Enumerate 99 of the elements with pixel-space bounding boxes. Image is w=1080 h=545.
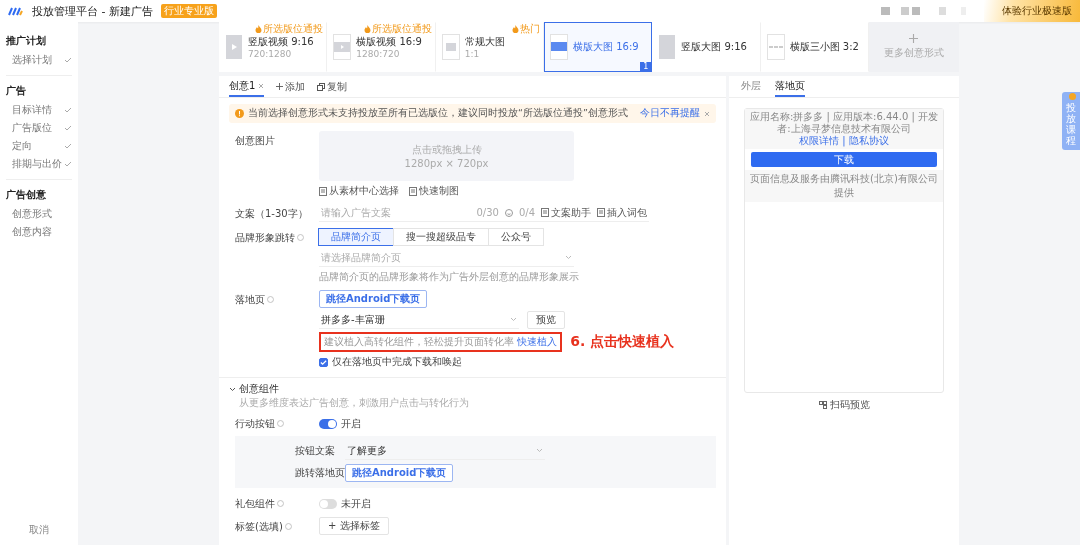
toggle-state: 开启 (341, 416, 361, 431)
flame-icon (255, 25, 263, 33)
toggle-switch[interactable] (319, 498, 337, 509)
info-icon (284, 523, 292, 530)
copy-tool-button[interactable]: 文案助手 (541, 205, 591, 220)
page-title: 投放管理平台 - 新建广告 (32, 3, 153, 19)
segment-option[interactable]: 品牌简介页 (318, 228, 394, 246)
info-icon (267, 296, 274, 303)
preview-tab[interactable]: 落地页 (775, 76, 805, 97)
notification-dot (1069, 93, 1076, 100)
sidebar-item[interactable]: 选择计划 (6, 51, 72, 69)
hot-tag: 所选版位通投 (371, 23, 432, 35)
field-label: 跳转落地页 (295, 466, 345, 480)
flame-icon (363, 25, 371, 33)
image-thumbnail-icon (441, 34, 460, 60)
field-label: 文案（1-30字） (235, 207, 308, 221)
count-badge: 1 (640, 62, 652, 71)
field-label: 标签(选填) (235, 520, 283, 534)
add-button[interactable]: 添加 (276, 76, 306, 97)
copy-icon (317, 82, 326, 91)
video-thumbnail-icon (225, 34, 243, 60)
landing-page-select[interactable]: 拼多多-丰富珊 (319, 311, 519, 329)
landing-page-button[interactable]: 跳径Android下载页 (345, 464, 454, 482)
document-icon (409, 186, 417, 196)
copy-button[interactable]: 复制 (317, 76, 348, 97)
segment-option[interactable]: 公众号 (488, 228, 544, 246)
close-icon[interactable] (704, 110, 710, 117)
button-text-select[interactable]: 了解更多 (345, 442, 545, 460)
image-source-link[interactable]: 从素材中心选择 (319, 184, 399, 198)
field-label: 创意图片 (235, 134, 275, 148)
upgrade-button[interactable]: 体验行业极速版 (984, 0, 1080, 22)
toggle-switch[interactable] (319, 418, 337, 429)
sidebar-heading: 广告创意 (6, 188, 47, 202)
flame-icon (512, 25, 519, 33)
sidebar-item[interactable]: 广告版位 (6, 119, 72, 137)
warning-icon (235, 109, 244, 118)
field-label: 落地页 (235, 293, 265, 307)
field-label: 品牌形象跳转 (235, 231, 295, 245)
app-info: 应用名称:拼多多 | 应用版本:6.44.0 | 开发者:上海寻梦信息技术有限公司 (749, 111, 939, 135)
chevron-icon (229, 386, 236, 392)
sidebar-item[interactable]: 目标详情 (6, 101, 72, 119)
copy-input-field[interactable]: 请输入广告文案 0/30 0/4 文案助手 插入词包 (319, 204, 649, 222)
app-info-links[interactable]: 权限详情 | 隐私协议 (799, 135, 889, 147)
creative-tab[interactable]: 创意1 (229, 76, 265, 97)
preview-tab[interactable]: 外层 (741, 76, 761, 97)
checkbox[interactable] (319, 357, 328, 367)
sidebar-item[interactable]: 定向 (6, 137, 72, 155)
plus-icon (276, 83, 284, 90)
hot-tag: 所选版位通投 (263, 23, 324, 35)
dismiss-link[interactable]: 今日不再提醒 (640, 107, 700, 120)
info-icon (277, 500, 284, 507)
video-thumbnail-icon (333, 34, 352, 60)
sidebar-item[interactable]: 排期与出价 (6, 155, 72, 173)
cancel-button[interactable]: 取消 (6, 523, 72, 537)
plus-icon (909, 34, 919, 43)
caret-icon (536, 448, 543, 453)
field-label: 按钮文案 (295, 444, 336, 458)
provider-note: 页面信息及服务由腾讯科技(北京)有限公司提供 (745, 170, 943, 202)
document-icon (541, 208, 549, 217)
quick-insert-link[interactable]: 快速植入 (517, 336, 558, 347)
landing-page-button[interactable]: 跳径Android下载页 (319, 290, 428, 308)
edition-badge: 行业专业版 (160, 4, 217, 18)
checkbox-label: 仅在落地页中完成下载和唤起 (332, 355, 462, 369)
document-icon (597, 208, 605, 217)
section-toggle[interactable]: 创意组件 (219, 380, 289, 396)
info-icon (277, 420, 284, 427)
field-label: 行动按钮 (235, 417, 275, 431)
image-thumbnail-icon (766, 34, 785, 60)
smiley-icon[interactable] (504, 208, 513, 217)
warning-text: 当前选择创意形式未支持投放至所有已选版位，建议同时投放“所选版位通投”创意形式 (248, 107, 629, 120)
segment-option[interactable]: 搜一搜超级品专 (393, 228, 489, 246)
sidebar-item[interactable]: 创意形式 (6, 205, 72, 223)
download-button[interactable]: 下载 (751, 152, 937, 167)
image-thumbnail-icon (658, 34, 677, 60)
close-icon[interactable] (258, 82, 265, 89)
field-label: 礼包组件 (235, 497, 275, 511)
sidebar-heading: 推广计划 (6, 34, 47, 48)
sidebar-item[interactable]: 创意内容 (6, 223, 72, 241)
qr-preview-button[interactable]: 扫码预览 (812, 397, 876, 413)
toggle-state: 未开启 (341, 496, 371, 511)
qr-code-icon (818, 401, 827, 409)
caret-icon (565, 255, 572, 260)
logo-icon (8, 6, 24, 16)
select-tags-button[interactable]: + 选择标签 (319, 517, 389, 535)
annotation-text: 6. 点击快速植入 (570, 333, 675, 351)
preview-button[interactable]: 预览 (527, 311, 565, 329)
format-card[interactable]: 竖版视频 9:16 720:1280 所选版位通投 (219, 22, 328, 72)
image-source-link[interactable]: 快速制图 (409, 184, 459, 198)
hint-text: 建议植入高转化组件，轻松提升页面转化率 (324, 336, 515, 347)
caret-icon (510, 317, 517, 322)
copy-tool-button[interactable]: 插入词包 (597, 205, 647, 220)
sidebar-heading: 广告 (6, 84, 27, 98)
image-thumbnail-icon (550, 34, 568, 60)
format-card[interactable]: 横版大图 16:9 1 (544, 22, 653, 72)
hint-text: 品牌简介页的品牌形象将作为广告外层创意的品牌形象展示 (319, 270, 580, 284)
hot-tag: 热门 (520, 23, 540, 35)
info-icon (297, 234, 304, 241)
section-description: 从更多维度表达广告创意，刺激用户点击与转化行为 (238, 396, 470, 410)
document-icon (319, 186, 327, 196)
